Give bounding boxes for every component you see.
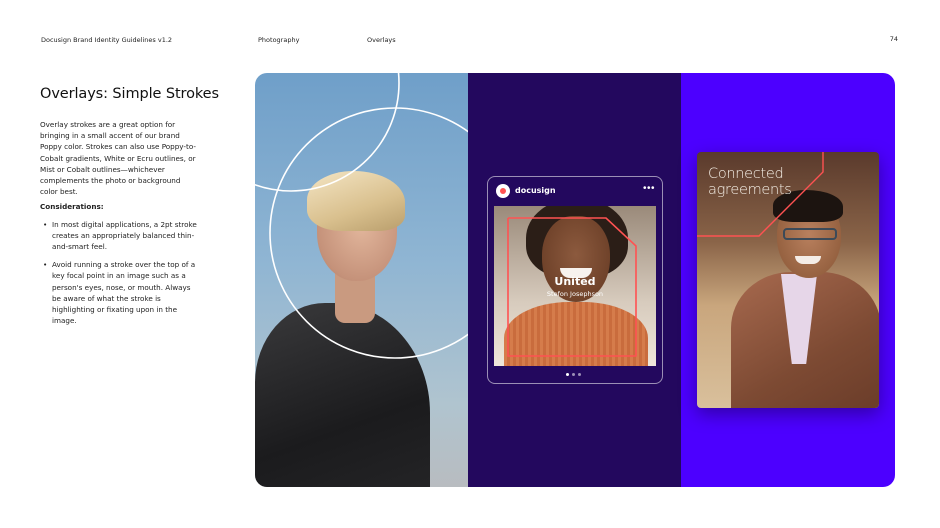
considerations-heading: Considerations: [40,202,104,212]
body-copy: Overlay strokes are a great option for b… [40,119,200,333]
phone-ui-example: docusign ••• United Stefon Josephson [468,73,681,487]
woman-photo-example [255,73,468,487]
card-example: Connected agreements [681,73,895,487]
carousel-dot[interactable] [578,373,581,376]
page-number: 74 [889,35,898,43]
person-name: Stefon Josephson [546,290,604,298]
page-title: Overlays: Simple Strokes [40,86,219,102]
list-item: In most digital applications, a 2pt stro… [40,219,200,253]
person-city: United [554,275,596,288]
carousel-dot[interactable] [572,373,575,376]
card-title: Connected agreements [708,166,792,198]
more-options-icon[interactable]: ••• [643,183,655,194]
list-item: Avoid running a stroke over the top of a… [40,259,200,326]
phone-photo: United Stefon Josephson [494,206,656,366]
phone-card: docusign ••• United Stefon Josephson [487,176,663,384]
connected-agreements-card: Connected agreements [697,152,879,408]
carousel-dots[interactable] [566,373,581,376]
intro-paragraph: Overlay strokes are a great option for b… [40,120,196,197]
section-label: Photography [258,36,300,44]
considerations-list: In most digital applications, a 2pt stro… [40,219,200,327]
white-circle-strokes [255,73,468,359]
subsection-label: Overlays [367,36,396,44]
examples-panel: docusign ••• United Stefon Josephson Con… [255,73,895,487]
phone-brand-name: docusign [515,186,556,195]
carousel-dot-active[interactable] [566,373,569,376]
docusign-logo-icon [496,184,510,198]
doc-title: Docusign Brand Identity Guidelines v1.2 [41,36,173,44]
